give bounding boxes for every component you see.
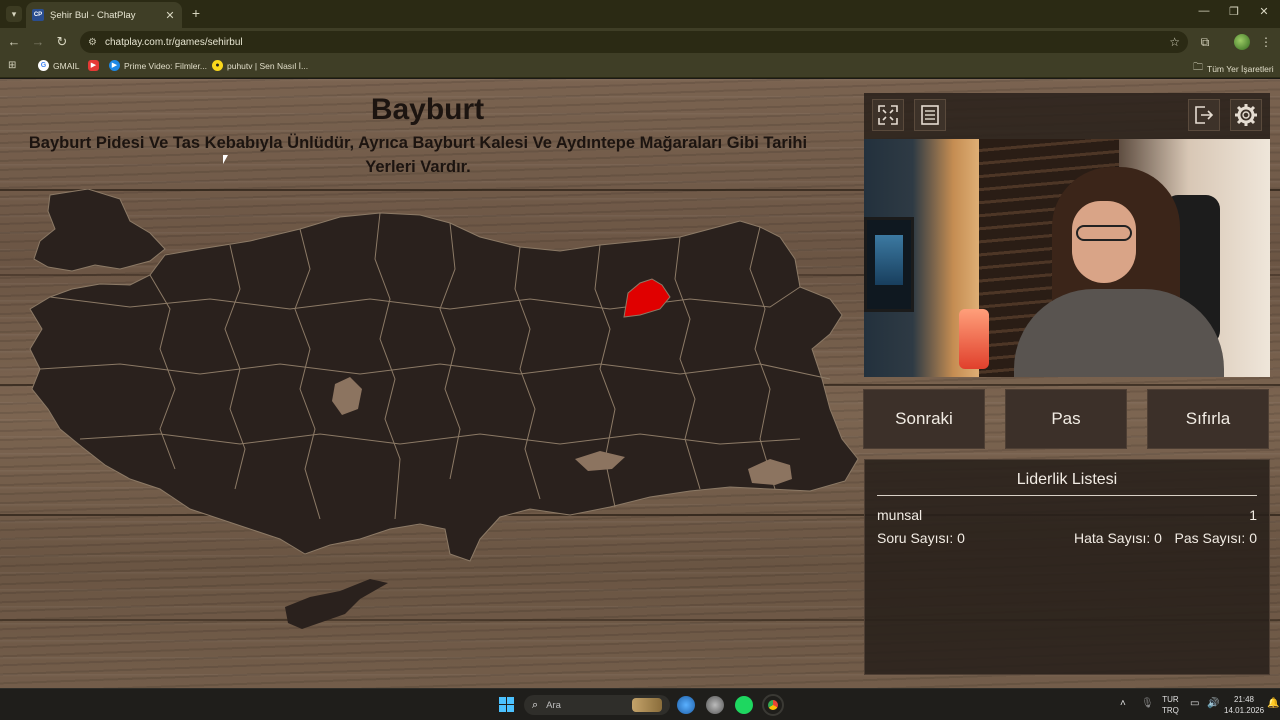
search-icon: ⌕ bbox=[532, 698, 539, 711]
city-description: Bayburt Pidesi Ve Tas Kebabıyla Ünlüdür,… bbox=[28, 134, 808, 176]
bookmark-youtube[interactable]: ▶ bbox=[88, 60, 103, 71]
settings-icon[interactable] bbox=[1230, 99, 1262, 131]
lamp-image bbox=[959, 309, 989, 369]
profile-avatar[interactable] bbox=[1234, 34, 1250, 50]
bookmark-prime-video[interactable]: ▶ Prime Video: Filmler... bbox=[109, 60, 207, 71]
bookmarks-bar: ⊞ G GMAIL ▶ ▶ Prime Video: Filmler... ● … bbox=[0, 56, 1280, 78]
streamer-face bbox=[1072, 201, 1136, 283]
pass-count: Pas Sayısı: 0 bbox=[1174, 530, 1257, 546]
all-bookmarks-label: Tüm Yer İşaretleri bbox=[1207, 63, 1274, 74]
divider bbox=[877, 495, 1257, 496]
address-bar[interactable]: ⚙ chatplay.com.tr/games/sehirbul ☆ bbox=[80, 31, 1188, 53]
network-icon[interactable]: ▭ bbox=[1190, 698, 1199, 709]
apps-icon[interactable]: ⊞ bbox=[8, 60, 16, 71]
tab-search-icon[interactable]: ▾ bbox=[6, 6, 22, 22]
browser-toolbar: ← → ↻ ⚙ chatplay.com.tr/games/sehirbul ☆… bbox=[0, 28, 1280, 56]
turkey-map[interactable] bbox=[0, 189, 870, 649]
notification-icon[interactable]: 🔔 bbox=[1267, 698, 1279, 709]
bookmark-label: GMAIL bbox=[53, 60, 80, 71]
bookmark-gmail[interactable]: G GMAIL bbox=[38, 60, 79, 71]
question-count: Soru Sayısı: 0 bbox=[877, 530, 965, 546]
bookmark-label: Prime Video: Filmler... bbox=[124, 60, 207, 71]
browser-tab-bar: ▾ CP Şehir Bul - ChatPlay ✕ + — ❐ ✕ bbox=[0, 0, 1280, 28]
language-line2: TRQ bbox=[1162, 706, 1179, 715]
new-tab-icon[interactable]: + bbox=[188, 5, 204, 21]
mouse-cursor-icon bbox=[223, 155, 228, 164]
monitor-image bbox=[864, 217, 914, 312]
clock-time: 21:48 bbox=[1233, 695, 1255, 704]
google-icon: G bbox=[38, 60, 49, 71]
province-region[interactable] bbox=[33, 189, 166, 272]
tab-close-icon[interactable]: ✕ bbox=[164, 9, 176, 22]
bookmark-label: puhutv | Sen Nasıl İ... bbox=[227, 60, 309, 71]
leaderboard: Liderlik Listesi munsal 1 Soru Sayısı: 0… bbox=[864, 459, 1270, 675]
city-title: Bayburt bbox=[370, 93, 485, 126]
tab-title: Şehir Bul - ChatPlay bbox=[50, 9, 136, 21]
url-text: chatplay.com.tr/games/sehirbul bbox=[104, 36, 243, 48]
youtube-icon: ▶ bbox=[88, 60, 99, 71]
tray-overflow-icon[interactable]: ˄ bbox=[1120, 698, 1126, 709]
spotify-icon[interactable] bbox=[735, 696, 753, 714]
list-icon[interactable] bbox=[914, 99, 946, 131]
search-placeholder: Ara bbox=[546, 699, 561, 711]
folder-icon: 🗀 bbox=[1193, 62, 1203, 73]
clock-date: 14.01.2026 bbox=[1224, 706, 1265, 715]
volume-icon[interactable]: 🔊 bbox=[1207, 698, 1219, 709]
player-name: munsal bbox=[877, 507, 923, 523]
prime-video-icon: ▶ bbox=[109, 60, 120, 71]
pass-button[interactable]: Pas bbox=[1005, 389, 1127, 449]
bookmark-star-icon[interactable]: ☆ bbox=[1169, 35, 1180, 49]
fullscreen-icon[interactable] bbox=[872, 99, 904, 131]
app-icon[interactable] bbox=[677, 696, 695, 714]
taskbar-search[interactable]: ⌕ Ara bbox=[524, 695, 670, 715]
forward-icon[interactable]: → bbox=[30, 34, 46, 50]
app-icon[interactable] bbox=[706, 696, 724, 714]
extensions-icon[interactable]: ⧉ bbox=[1197, 34, 1213, 50]
site-info-icon[interactable]: ⚙ bbox=[88, 37, 97, 48]
language-line1: TUR bbox=[1162, 695, 1179, 704]
cyprus-shape bbox=[285, 579, 388, 629]
game-page: Bayburt Bayburt Pidesi Ve Tas Kebabıyla … bbox=[0, 79, 1280, 688]
player-score: 1 bbox=[1249, 507, 1257, 523]
next-button[interactable]: Sonraki bbox=[863, 389, 985, 449]
error-count: Hata Sayısı: 0 bbox=[1074, 530, 1162, 546]
leaderboard-title: Liderlik Listesi bbox=[1016, 471, 1118, 488]
exit-icon[interactable] bbox=[1188, 99, 1220, 131]
glasses-image bbox=[1076, 225, 1132, 241]
browser-tab[interactable]: CP Şehir Bul - ChatPlay ✕ bbox=[26, 2, 182, 28]
province-region[interactable] bbox=[29, 212, 859, 562]
windows-start-icon[interactable] bbox=[499, 697, 514, 712]
back-icon[interactable]: ← bbox=[6, 34, 22, 50]
all-bookmarks[interactable]: 🗀 Tüm Yer İşaretleri bbox=[1193, 60, 1274, 77]
search-highlight-image bbox=[632, 698, 662, 712]
webcam-video bbox=[864, 139, 1270, 377]
chatplay-favicon-icon: CP bbox=[32, 9, 44, 21]
menu-icon[interactable]: ⋮ bbox=[1258, 34, 1274, 50]
reload-icon[interactable]: ↻ bbox=[54, 34, 70, 50]
language-indicator[interactable]: TUR TRQ bbox=[1162, 694, 1179, 716]
bookmark-puhutv[interactable]: ● puhutv | Sen Nasıl İ... bbox=[212, 60, 308, 71]
minimize-icon[interactable]: — bbox=[1194, 5, 1214, 17]
clock[interactable]: 21:48 14.01.2026 bbox=[1224, 694, 1264, 716]
windows-taskbar: ⌕ Ara ˄ TUR TRQ 🎙 ▭ 🔊 21:48 14.01.2026 🔔 bbox=[0, 688, 1280, 720]
puhutv-icon: ● bbox=[212, 60, 223, 71]
close-window-icon[interactable]: ✕ bbox=[1254, 5, 1274, 18]
microphone-icon[interactable]: 🎙 bbox=[1141, 698, 1154, 709]
panel-toolbar bbox=[864, 93, 1270, 139]
map-landmass[interactable] bbox=[29, 189, 859, 629]
chrome-icon[interactable] bbox=[762, 694, 784, 716]
reset-button[interactable]: Sıfırla bbox=[1147, 389, 1269, 449]
restore-icon[interactable]: ❐ bbox=[1224, 5, 1244, 18]
